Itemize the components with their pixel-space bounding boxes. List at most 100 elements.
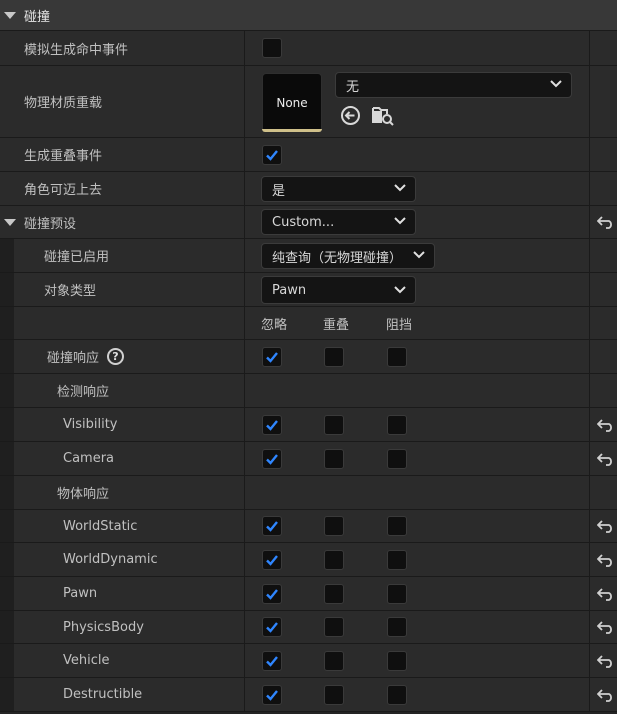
- combo-value: Pawn: [272, 282, 307, 298]
- checkbox-overlap[interactable]: [324, 584, 344, 604]
- presets-combo[interactable]: Custom...: [261, 209, 416, 235]
- checkbox-ignore[interactable]: [262, 617, 282, 637]
- expand-triangle-icon[interactable]: [4, 12, 16, 19]
- reset-arrow-icon[interactable]: [597, 688, 615, 702]
- combo-value: 无: [346, 79, 360, 95]
- channel-row: WorldStatic: [0, 510, 617, 543]
- row-label: 碰撞响应: [47, 351, 100, 366]
- channel-label: Vehicle: [63, 653, 110, 668]
- checkbox-overlap[interactable]: [324, 449, 344, 469]
- checkbox-ignore[interactable]: [262, 415, 282, 435]
- row-generate-overlap-events: 生成重叠事件: [0, 138, 617, 172]
- row-label: 角色可迈上去: [24, 183, 103, 198]
- channel-label: WorldStatic: [63, 518, 138, 534]
- checkbox-ignore[interactable]: [262, 584, 282, 604]
- checkmark-icon: [266, 420, 278, 431]
- checkbox-block[interactable]: [387, 584, 407, 604]
- use-selected-icon[interactable]: [340, 105, 361, 126]
- chevron-down-icon: [413, 251, 425, 259]
- browse-icon[interactable]: [372, 104, 394, 126]
- combo-value: 纯查询（无物理碰撞）: [272, 250, 403, 266]
- channel-label: Camera: [63, 451, 115, 466]
- reset-arrow-icon[interactable]: [597, 215, 615, 229]
- step-up-combo[interactable]: 是: [261, 176, 416, 202]
- checkbox-block[interactable]: [387, 415, 407, 435]
- checkmark-icon: [266, 622, 278, 633]
- checkbox-block[interactable]: [387, 685, 407, 705]
- row-label: 物体响应: [57, 487, 110, 502]
- thumbnail-accent: [262, 129, 322, 132]
- help-icon[interactable]: ?: [107, 348, 124, 365]
- row-label: 模拟生成命中事件: [24, 42, 129, 58]
- object-type-combo[interactable]: Pawn: [261, 276, 416, 304]
- row-label: 对象类型: [44, 284, 97, 299]
- checkmark-icon: [266, 352, 278, 363]
- checkbox-ignore[interactable]: [262, 685, 282, 705]
- checkbox-block[interactable]: [387, 449, 407, 469]
- row-collision-presets[interactable]: 碰撞预设 Custom...: [0, 206, 617, 239]
- reset-arrow-icon[interactable]: [597, 620, 615, 634]
- checkbox-block[interactable]: [387, 617, 407, 637]
- row-simulation-hit-events: 模拟生成命中事件: [0, 31, 617, 66]
- row-trace-responses: 检测响应: [0, 374, 617, 408]
- chevron-down-icon: [394, 217, 406, 225]
- checkbox-block[interactable]: [387, 516, 407, 536]
- channel-row: Destructible: [0, 678, 617, 712]
- checkbox-overlap[interactable]: [324, 685, 344, 705]
- checkbox-block[interactable]: [387, 651, 407, 671]
- checkbox-all-overlap[interactable]: [324, 347, 344, 367]
- combo-value: 是: [272, 183, 286, 199]
- checkbox-overlap[interactable]: [324, 415, 344, 435]
- reset-arrow-icon[interactable]: [597, 418, 615, 432]
- checkbox-block[interactable]: [387, 550, 407, 570]
- checkbox-overlap-events[interactable]: [262, 145, 282, 165]
- reset-arrow-icon[interactable]: [597, 587, 615, 601]
- checkmark-icon: [266, 690, 278, 701]
- checkbox-sim-hit[interactable]: [262, 38, 282, 58]
- help-glyph: ?: [112, 350, 119, 363]
- row-label: 生成重叠事件: [24, 149, 103, 164]
- chevron-down-icon: [394, 286, 406, 294]
- checkbox-overlap[interactable]: [324, 617, 344, 637]
- checkmark-icon: [266, 521, 278, 532]
- checkbox-ignore[interactable]: [262, 550, 282, 570]
- row-response-headers: 忽略 重叠 阻挡: [0, 307, 617, 340]
- row-label: 碰撞已启用: [44, 250, 110, 265]
- section-title: 碰撞: [24, 9, 51, 25]
- header-ignore: 忽略: [261, 317, 288, 333]
- checkmark-icon: [266, 150, 278, 161]
- expand-triangle-icon[interactable]: [4, 219, 16, 226]
- channel-row: Visibility: [0, 408, 617, 442]
- header-overlap: 重叠: [323, 317, 350, 333]
- header-block: 阻挡: [386, 317, 413, 333]
- channel-row: Camera: [0, 442, 617, 476]
- row-collision-responses: 碰撞响应 ?: [0, 340, 617, 374]
- collision-enabled-combo[interactable]: 纯查询（无物理碰撞）: [261, 243, 435, 269]
- checkmark-icon: [266, 656, 278, 667]
- details-panel: 碰撞 模拟生成命中事件 物理材质重载 None 无 生成重叠事件 角色可迈上去: [0, 0, 617, 714]
- reset-arrow-icon[interactable]: [597, 519, 615, 533]
- row-object-responses: 物体响应: [0, 476, 617, 510]
- checkbox-overlap[interactable]: [324, 550, 344, 570]
- checkbox-ignore[interactable]: [262, 449, 282, 469]
- material-combo[interactable]: 无: [335, 72, 572, 98]
- thumbnail-label: None: [276, 95, 308, 110]
- checkbox-overlap[interactable]: [324, 651, 344, 671]
- row-label: 检测响应: [57, 385, 110, 400]
- channel-row: Pawn: [0, 577, 617, 611]
- checkbox-overlap[interactable]: [324, 516, 344, 536]
- reset-arrow-icon[interactable]: [597, 654, 615, 668]
- chevron-down-icon: [394, 184, 406, 192]
- checkbox-all-block[interactable]: [387, 347, 407, 367]
- checkmark-icon: [266, 555, 278, 566]
- row-label: 物理材质重载: [24, 96, 103, 111]
- checkbox-all-ignore[interactable]: [262, 347, 282, 367]
- reset-arrow-icon[interactable]: [597, 452, 615, 466]
- reset-arrow-icon[interactable]: [597, 553, 615, 567]
- section-header-collision[interactable]: 碰撞: [0, 0, 617, 31]
- material-thumbnail[interactable]: None: [262, 73, 322, 132]
- checkbox-ignore[interactable]: [262, 516, 282, 536]
- channel-label: Pawn: [63, 586, 98, 601]
- channel-label: PhysicsBody: [63, 619, 144, 635]
- checkbox-ignore[interactable]: [262, 651, 282, 671]
